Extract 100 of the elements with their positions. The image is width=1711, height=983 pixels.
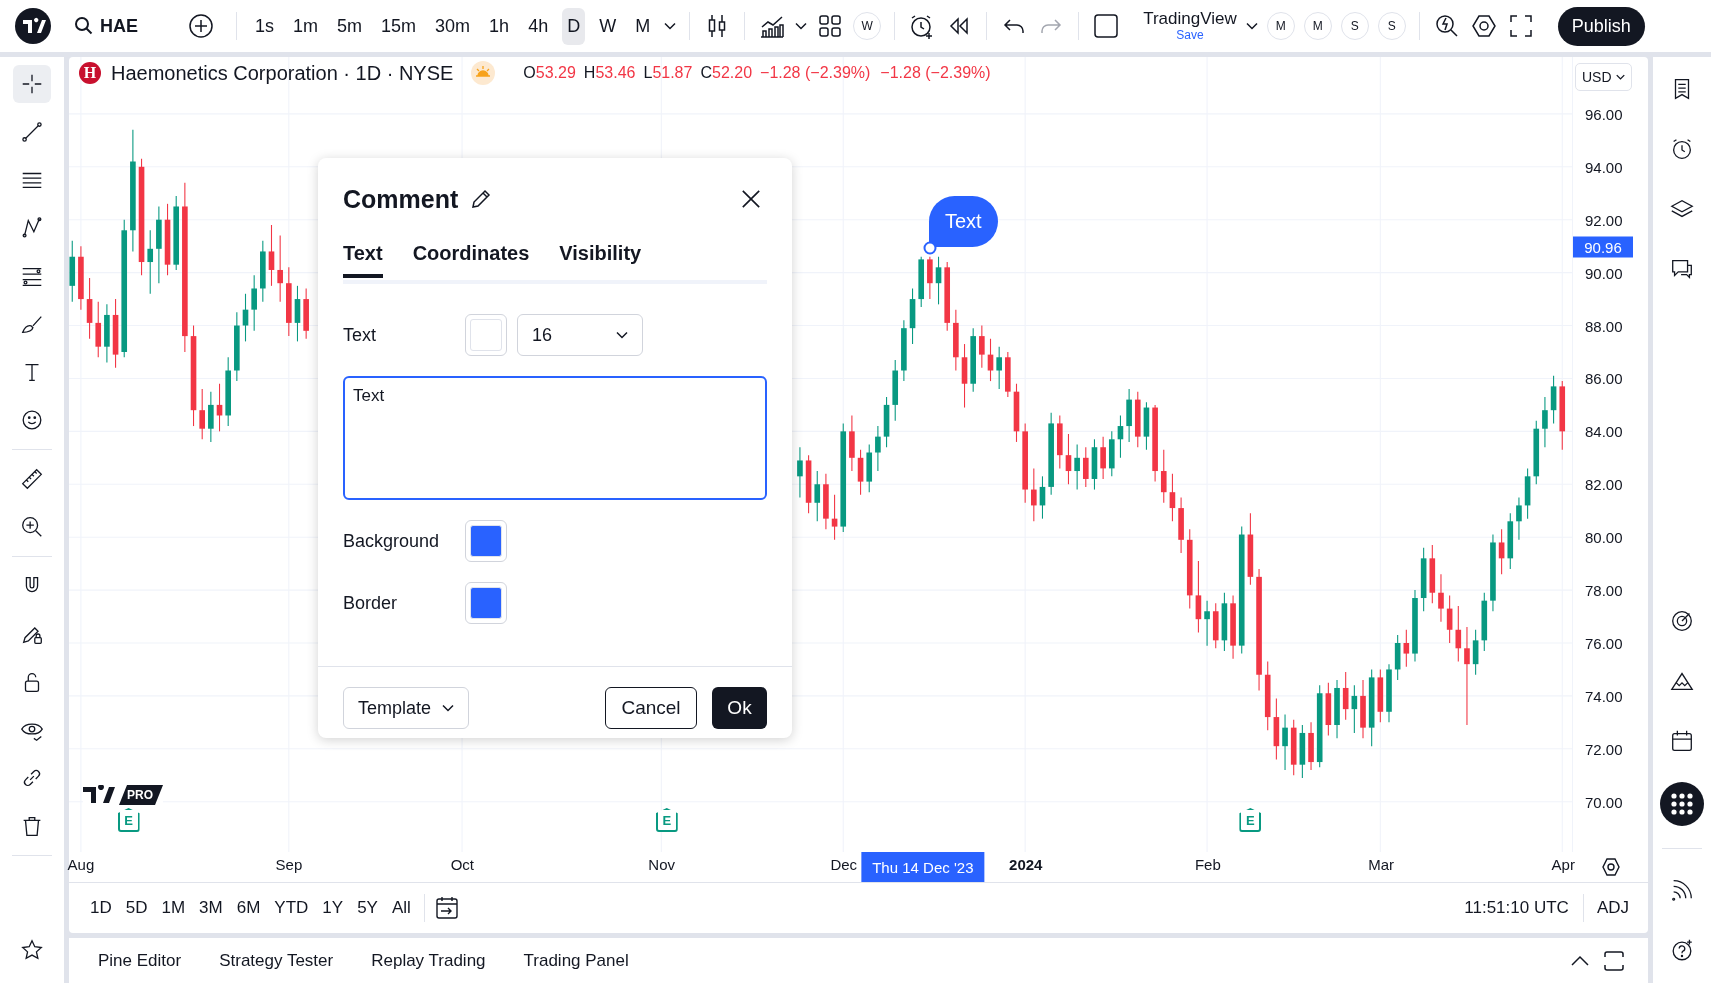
time-label: Oct xyxy=(450,856,474,873)
chevron-icon xyxy=(1615,74,1625,80)
search-icon xyxy=(74,16,94,36)
candlestick xyxy=(268,224,275,287)
dialog-tab[interactable]: Text xyxy=(343,240,383,278)
last-price-tag: 90.96 xyxy=(1573,236,1633,258)
panel-tab[interactable]: Replay Trading xyxy=(362,944,495,977)
ohlc-value: L51.87 xyxy=(643,64,693,82)
candlestick xyxy=(935,256,942,305)
currency-button[interactable]: USD xyxy=(1575,63,1632,91)
range-button[interactable]: 1M xyxy=(156,894,191,922)
candlestick xyxy=(987,338,994,382)
earnings-marker[interactable]: E xyxy=(1239,808,1262,832)
interval-button[interactable]: 15m xyxy=(376,7,422,45)
candlestick xyxy=(1455,605,1462,663)
comment-text-field[interactable]: Text xyxy=(343,376,767,500)
chevron-icon[interactable] xyxy=(1245,22,1258,30)
candlestick xyxy=(1204,600,1210,647)
interval-button[interactable]: 1s xyxy=(250,7,280,45)
text-color-swatch[interactable] xyxy=(465,314,507,356)
color-swatch[interactable] xyxy=(465,520,507,562)
time-label: Nov xyxy=(648,856,676,873)
candlestick xyxy=(199,388,206,440)
price-label: 82.00 xyxy=(1585,475,1623,493)
adjust-button[interactable]: ADJ xyxy=(1591,894,1634,922)
candlestick xyxy=(927,256,933,300)
interval-button[interactable]: 30m xyxy=(430,7,476,45)
square-icon[interactable] xyxy=(1092,12,1121,40)
interval-button[interactable]: W xyxy=(594,7,622,45)
add-symbol-icon[interactable] xyxy=(187,12,215,40)
candlestick xyxy=(277,235,283,303)
save-link[interactable]: Save xyxy=(1176,28,1204,42)
candlestick xyxy=(857,449,864,496)
candlestick xyxy=(1082,446,1089,488)
range-button[interactable]: 5Y xyxy=(352,894,383,922)
price-label: 92.00 xyxy=(1585,211,1623,229)
time-label: Dec xyxy=(830,856,858,873)
earnings-marker[interactable]: E xyxy=(655,808,678,832)
range-button[interactable]: 3M xyxy=(194,894,228,922)
candlestick xyxy=(147,229,154,295)
pro-logo: PRO xyxy=(83,785,163,805)
time-label: Apr xyxy=(1551,856,1575,873)
ok-button[interactable]: Ok xyxy=(712,687,767,729)
settings-icon[interactable] xyxy=(1469,12,1498,40)
dialog-tab[interactable]: Visibility xyxy=(559,240,642,278)
interval-button[interactable]: 1h xyxy=(484,7,515,45)
candlestick xyxy=(1065,433,1072,485)
ohlc-value: O53.29 xyxy=(523,64,576,82)
candlestick xyxy=(251,274,257,332)
candlestick xyxy=(1438,573,1444,623)
interval-button[interactable]: 4h xyxy=(523,7,554,45)
panel-tab[interactable]: Pine Editor xyxy=(89,944,191,977)
sun-icon xyxy=(471,61,496,85)
template-select[interactable]: Template xyxy=(343,687,469,729)
layout-name[interactable]: TradingView xyxy=(1143,10,1237,29)
clock-text[interactable]: 11:51:10 UTC xyxy=(1464,898,1569,918)
range-button[interactable]: 6M xyxy=(231,894,266,922)
pencil-icon[interactable] xyxy=(470,188,493,210)
settings-icon[interactable] xyxy=(1600,857,1621,877)
publish-button[interactable]: Publish xyxy=(1557,6,1645,46)
candlestick xyxy=(979,324,985,369)
font-size-select[interactable]: 16 xyxy=(517,314,643,356)
close-icon[interactable] xyxy=(741,189,761,209)
range-button[interactable]: 1D xyxy=(85,894,117,922)
interval-button[interactable]: 5m xyxy=(332,7,368,45)
candlestick xyxy=(1282,713,1288,771)
symbol-search[interactable]: HAE xyxy=(74,15,138,37)
earnings-marker[interactable]: E xyxy=(117,808,140,832)
comment-bubble[interactable]: Text xyxy=(929,196,998,247)
dialog-tab[interactable]: Coordinates xyxy=(412,240,530,278)
logo-icon[interactable] xyxy=(15,8,51,44)
candlestick xyxy=(1160,449,1167,504)
apps-icon[interactable] xyxy=(1660,782,1704,826)
crosshair-icon[interactable] xyxy=(13,65,51,103)
price-label: 94.00 xyxy=(1585,158,1623,176)
panel-tab[interactable]: Strategy Tester xyxy=(210,944,343,977)
field-label: Text xyxy=(343,324,377,346)
candlestick xyxy=(242,293,249,342)
chevron-icon[interactable] xyxy=(664,22,677,30)
color-swatch[interactable] xyxy=(465,582,507,624)
candlestick xyxy=(1195,560,1202,633)
candlestick xyxy=(1516,496,1522,541)
symbol-title[interactable]: Haemonetics Corporation · 1D · NYSE xyxy=(111,61,454,85)
range-button[interactable]: 1Y xyxy=(317,894,349,922)
range-button[interactable]: YTD xyxy=(269,894,314,922)
time-label: Sep xyxy=(275,856,303,873)
range-button[interactable]: 5D xyxy=(120,894,153,922)
interval-button[interactable]: D xyxy=(562,7,586,45)
interval-button[interactable]: 1m xyxy=(288,7,324,45)
price-label: 88.00 xyxy=(1585,317,1623,334)
price-label: 72.00 xyxy=(1585,740,1623,758)
candlestick xyxy=(1100,436,1106,480)
interval-button[interactable]: M xyxy=(630,7,656,45)
range-button[interactable]: All xyxy=(386,894,416,922)
candlestick xyxy=(95,301,102,358)
candlestick xyxy=(996,346,1002,390)
cancel-button[interactable]: Cancel xyxy=(605,687,697,729)
chevron-icon[interactable] xyxy=(795,22,808,30)
anchor-handle-icon[interactable] xyxy=(923,241,937,255)
panel-tab[interactable]: Trading Panel xyxy=(514,944,638,977)
